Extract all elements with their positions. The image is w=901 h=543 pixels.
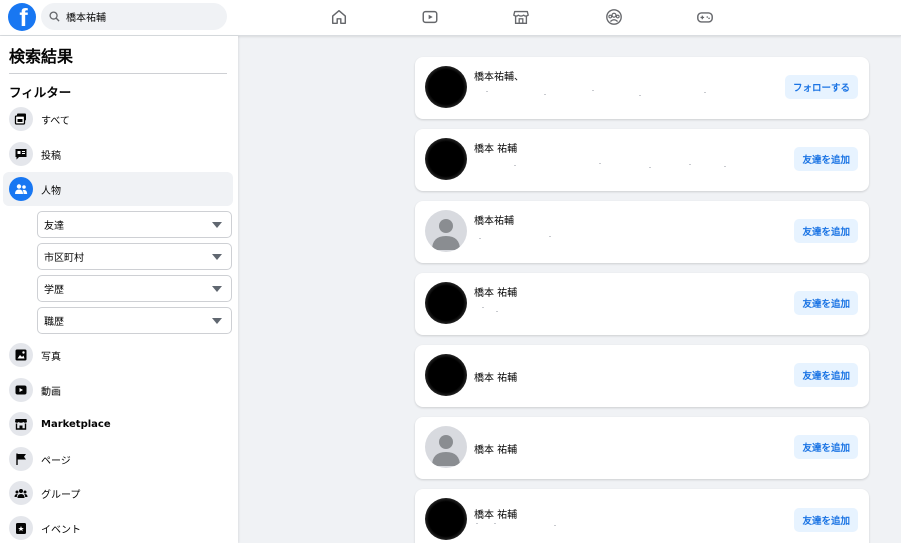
add-friend-button[interactable]: 友達を追加 [794,435,858,459]
sidebar-item-label: Marketplace [41,418,111,430]
filter-friends-dropdown[interactable]: 友達 [37,211,232,238]
page-title: 検索結果 [9,47,74,66]
default-avatar-icon[interactable] [425,426,467,468]
dropdown-label: 職歴 [44,317,64,328]
facebook-logo[interactable]: f [8,3,36,31]
marketplace-icon[interactable] [511,7,531,27]
all-icon [9,107,33,131]
groups-icon [9,481,33,505]
events-icon [9,516,33,540]
add-friend-button[interactable]: 友達を追加 [794,508,858,532]
result-details [474,301,734,315]
pages-icon [9,447,33,471]
top-navigation-bar: f [0,0,901,36]
result-name[interactable]: 橋本 祐輔 [474,369,517,384]
add-friend-button[interactable]: 友達を追加 [794,363,858,387]
caret-down-icon [212,286,222,292]
video-icon[interactable] [420,7,440,27]
caret-down-icon [212,222,222,228]
result-name[interactable]: 橋本祐輔 [474,212,514,227]
dropdown-label: 市区町村 [44,253,84,264]
search-input[interactable] [66,11,216,22]
sidebar-item-posts[interactable]: 投稿 [3,137,233,171]
add-friend-button[interactable]: 友達を追加 [794,219,858,243]
result-card[interactable]: 橋本 祐輔 友達を追加 [415,273,869,335]
result-card[interactable]: 橋本祐輔 友達を追加 [415,201,869,263]
caret-down-icon [212,254,222,260]
result-details [474,85,734,99]
result-name[interactable]: 橋本 祐輔 [474,506,517,521]
sidebar-item-videos[interactable]: 動画 [3,373,233,407]
result-card[interactable]: 橋本祐輔、 フォローする [415,57,869,119]
result-card[interactable]: 橋本 祐輔 友達を追加 [415,129,869,191]
sidebar-item-label: 人物 [41,185,61,197]
profile-photo[interactable] [425,66,467,108]
sidebar-item-label: ページ [41,455,71,467]
result-name[interactable]: 橋本祐輔、 [474,68,524,83]
gaming-icon[interactable] [695,7,715,27]
sidebar-item-label: グループ [41,489,81,501]
sidebar-item-groups[interactable]: グループ [3,476,233,510]
sidebar-item-pages[interactable]: ページ [3,442,233,476]
sidebar-item-all[interactable]: すべて [3,102,233,136]
result-name[interactable]: 橋本 祐輔 [474,441,517,456]
marketplace-icon [9,412,33,436]
filter-city-dropdown[interactable]: 市区町村 [37,243,232,270]
result-details [474,229,734,243]
filter-heading: フィルター [9,85,72,100]
photos-icon [9,343,33,367]
profile-photo[interactable] [425,138,467,180]
sidebar-item-label: イベント [41,524,81,536]
search-sidebar: 検索結果 フィルター すべて 投稿 人物 友達 市区町村 学歴 職歴 写真 動画… [0,36,238,543]
sidebar-item-people[interactable]: 人物 [3,172,233,206]
search-box[interactable] [41,3,227,30]
dropdown-label: 友達 [44,221,64,232]
follow-button[interactable]: フォローする [784,75,858,99]
filter-work-dropdown[interactable]: 職歴 [37,307,232,334]
people-icon [9,177,33,201]
sidebar-item-marketplace[interactable]: Marketplace [3,407,233,441]
sidebar-item-label: 投稿 [41,150,61,162]
caret-down-icon [212,318,222,324]
default-avatar-icon[interactable] [425,210,467,252]
filter-education-dropdown[interactable]: 学歴 [37,275,232,302]
sidebar-item-label: すべて [41,115,70,127]
dropdown-label: 学歴 [44,285,64,296]
groups-icon[interactable] [604,7,624,27]
add-friend-button[interactable]: 友達を追加 [794,147,858,171]
sidebar-item-events[interactable]: イベント [3,511,233,543]
profile-photo[interactable] [425,354,467,396]
result-name[interactable]: 橋本 祐輔 [474,284,517,299]
videos-icon [9,378,33,402]
sidebar-item-label: 動画 [41,386,61,398]
home-icon[interactable] [329,7,349,27]
posts-icon [9,142,33,166]
add-friend-button[interactable]: 友達を追加 [794,291,858,315]
result-details [474,521,734,535]
result-details [474,157,734,171]
result-card[interactable]: 橋本 祐輔 友達を追加 [415,417,869,479]
divider [9,73,227,74]
result-card[interactable]: 橋本 祐輔 友達を追加 [415,489,869,543]
search-icon [49,11,60,22]
profile-photo[interactable] [425,498,467,540]
result-name[interactable]: 橋本 祐輔 [474,140,517,155]
result-card[interactable]: 橋本 祐輔 友達を追加 [415,345,869,407]
sidebar-item-label: 写真 [41,351,61,363]
sidebar-item-photos[interactable]: 写真 [3,338,233,372]
profile-photo[interactable] [425,282,467,324]
